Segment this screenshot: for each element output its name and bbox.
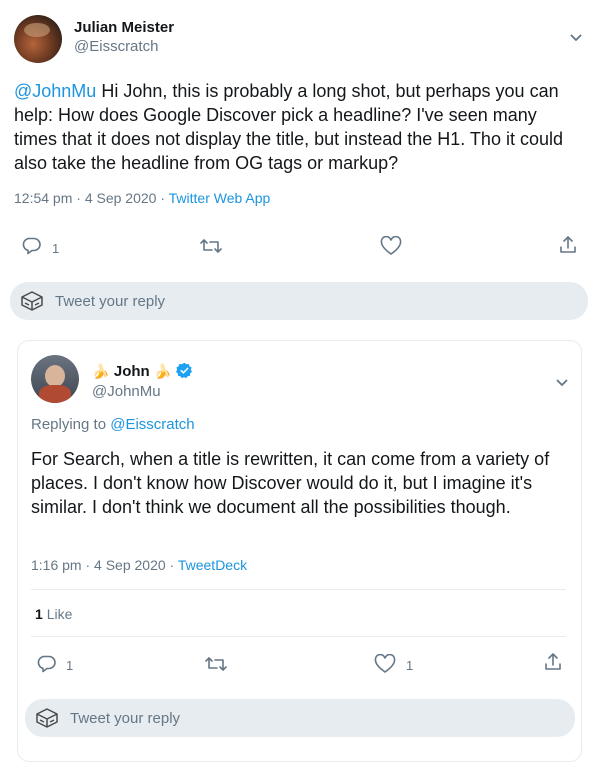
verified-icon: [176, 362, 193, 379]
share-icon[interactable]: [543, 652, 563, 672]
replying-to-handle[interactable]: @Eisscratch: [110, 416, 194, 433]
reply-icon[interactable]: [22, 236, 42, 256]
tweet-time: 12:54 pm · 4 Sep 2020 ·: [14, 190, 169, 206]
tweet-text: @JohnMu Hi John, this is probably a long…: [14, 79, 584, 175]
like-icon[interactable]: [374, 654, 396, 674]
share-icon[interactable]: [558, 235, 578, 255]
reply-icon[interactable]: [37, 654, 57, 674]
composer-icon: [19, 289, 45, 313]
reply-composer[interactable]: Tweet your reply: [10, 282, 588, 320]
name-emoji-left: 🍌: [92, 363, 110, 379]
tweet-body: Hi John, this is probably a long shot, b…: [14, 81, 563, 173]
likes-summary[interactable]: 1 Like: [35, 606, 72, 622]
like-icon[interactable]: [380, 236, 402, 256]
mention-link[interactable]: @JohnMu: [14, 81, 96, 101]
composer-icon: [34, 706, 60, 730]
replying-to-label: Replying to: [31, 416, 111, 433]
reply-author-name-row[interactable]: 🍌 John 🍌: [92, 362, 193, 381]
reply-author-name[interactable]: John: [114, 363, 150, 380]
reply-author-handle[interactable]: @JohnMu: [92, 383, 161, 400]
likes-label: Like: [46, 606, 73, 622]
author-handle[interactable]: @Eisscratch: [74, 38, 158, 55]
likes-count: 1: [35, 606, 43, 622]
reply-time: 1:16 pm · 4 Sep 2020 ·: [31, 557, 178, 573]
reply-source-app[interactable]: TweetDeck: [178, 557, 247, 573]
divider: [31, 636, 566, 637]
reply-composer[interactable]: Tweet your reply: [25, 699, 575, 737]
chevron-down-icon[interactable]: [555, 375, 569, 389]
reply-timestamp: 1:16 pm · 4 Sep 2020 · TweetDeck: [31, 557, 247, 573]
reply-text: For Search, when a title is rewritten, i…: [31, 449, 550, 517]
chevron-down-icon[interactable]: [569, 30, 583, 44]
divider: [31, 589, 566, 590]
author-avatar[interactable]: [14, 15, 62, 63]
name-emoji-right: 🍌: [154, 363, 172, 379]
reply-like-count: 1: [406, 658, 414, 673]
reply-author-avatar[interactable]: [31, 355, 79, 403]
reply-placeholder: Tweet your reply: [55, 293, 166, 310]
tweet-timestamp: 12:54 pm · 4 Sep 2020 · Twitter Web App: [14, 190, 270, 206]
author-name[interactable]: Julian Meister: [74, 19, 174, 36]
reply-reply-count: 1: [66, 658, 74, 673]
retweet-icon[interactable]: [204, 654, 228, 674]
reply-placeholder: Tweet your reply: [70, 710, 181, 727]
tweet-source-app[interactable]: Twitter Web App: [169, 190, 271, 206]
reply-count: 1: [52, 241, 60, 256]
replying-to: Replying to @Eisscratch: [31, 416, 195, 433]
retweet-icon[interactable]: [199, 236, 223, 256]
